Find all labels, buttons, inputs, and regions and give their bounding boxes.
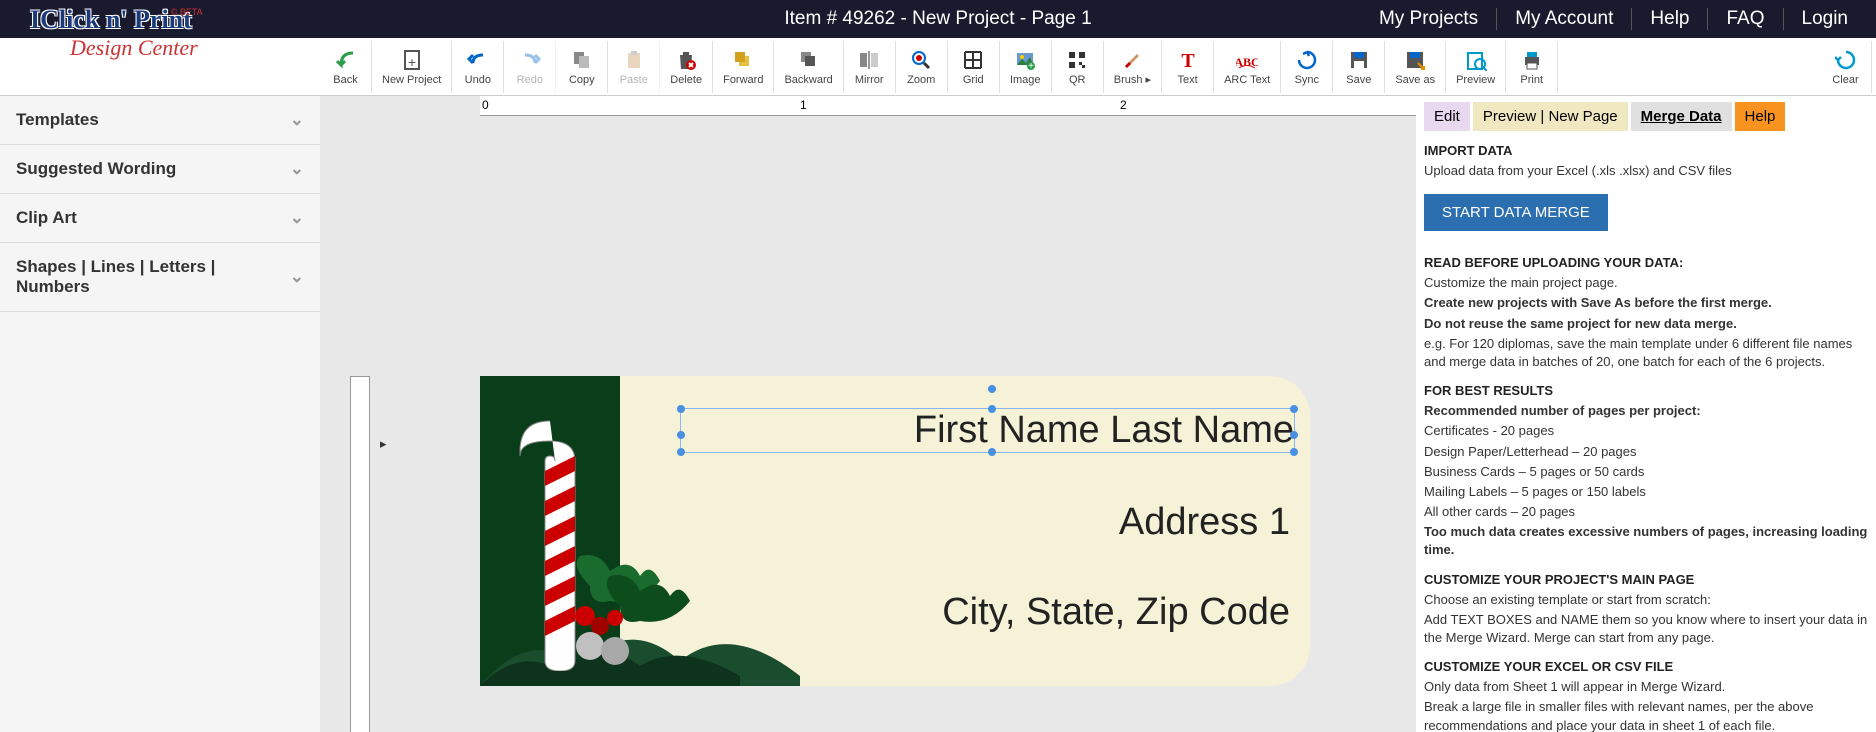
nav-my-account[interactable]: My Account — [1497, 8, 1632, 30]
new-project-button[interactable]: +New Project — [372, 41, 452, 93]
svg-text:+: + — [408, 54, 416, 70]
tab-preview[interactable]: Preview | New Page — [1473, 102, 1628, 131]
right-panel: Edit Preview | New Page Merge Data Help … — [1416, 96, 1876, 732]
copy-button[interactable]: Copy — [556, 41, 608, 93]
forward-button[interactable]: Forward — [713, 41, 774, 93]
chevron-down-icon: ⌄ — [290, 110, 304, 130]
sidebar: Templates⌄ Suggested Wording⌄ Clip Art⌄ … — [0, 96, 320, 732]
logo[interactable]: IClick n' Print Design Center © BETA — [30, 5, 198, 61]
text-button[interactable]: TText — [1162, 41, 1214, 93]
delete-button[interactable]: Delete — [660, 41, 713, 93]
chevron-down-icon: ⌄ — [290, 267, 304, 287]
forward-icon — [731, 48, 755, 72]
sidebar-templates[interactable]: Templates⌄ — [0, 96, 320, 145]
sync-icon — [1295, 48, 1319, 72]
page-title: Item # 49262 - New Project - Page 1 — [784, 8, 1091, 30]
ruler-horizontal: 0 1 2 — [480, 96, 1416, 116]
save-button[interactable]: Save — [1333, 41, 1385, 93]
arc-text-button[interactable]: ABCARC Text — [1214, 41, 1281, 93]
customize-project-heading: CUSTOMIZE YOUR PROJECT'S MAIN PAGE — [1424, 572, 1868, 587]
toolbar: Back+New ProjectUndoRedoCopyPasteDeleteF… — [0, 38, 1876, 96]
canvas-area[interactable]: 0 1 2 ▸ First Name Last Name Address 1 C… — [320, 96, 1416, 732]
ruler-vertical — [350, 376, 370, 732]
sidebar-clip-art[interactable]: Clip Art⌄ — [0, 194, 320, 243]
preview-button[interactable]: Preview — [1446, 41, 1506, 93]
nav-my-projects[interactable]: My Projects — [1361, 8, 1497, 30]
print-icon — [1520, 48, 1544, 72]
label-card[interactable]: First Name Last Name Address 1 City, Sta… — [480, 376, 1310, 686]
holly-icon — [560, 546, 760, 686]
expand-arrow-icon[interactable]: ▸ — [380, 436, 387, 452]
svg-text:+: + — [1028, 61, 1034, 71]
back-button[interactable]: Back — [320, 41, 372, 93]
svg-text:T: T — [1181, 50, 1195, 71]
new-project-icon: + — [400, 48, 424, 72]
arc-text-icon: ABC — [1235, 48, 1259, 72]
image-button[interactable]: +Image — [1000, 41, 1052, 93]
save-as-icon — [1403, 48, 1427, 72]
header-bar: Item # 49262 - New Project - Page 1 My P… — [0, 0, 1876, 38]
text-icon: T — [1176, 48, 1200, 72]
grid-icon — [961, 48, 985, 72]
tab-edit[interactable]: Edit — [1424, 102, 1470, 131]
paste-icon — [622, 48, 646, 72]
best-results-heading: FOR BEST RESULTS — [1424, 383, 1868, 398]
tab-row: Edit Preview | New Page Merge Data Help — [1424, 102, 1868, 131]
backward-icon — [797, 48, 821, 72]
clear-button[interactable]: Clear — [1820, 41, 1872, 93]
save-as-button[interactable]: Save as — [1385, 41, 1446, 93]
start-data-merge-button[interactable]: START DATA MERGE — [1424, 194, 1608, 231]
zoom-icon — [909, 48, 933, 72]
paste-button: Paste — [608, 41, 660, 93]
sync-button[interactable]: Sync — [1281, 41, 1333, 93]
chevron-down-icon: ⌄ — [290, 208, 304, 228]
nav-faq[interactable]: FAQ — [1708, 8, 1783, 30]
brush-button[interactable]: Brush ▸ — [1104, 41, 1162, 93]
nav-login[interactable]: Login — [1784, 8, 1867, 30]
header-nav: My Projects My Account Help FAQ Login — [1361, 8, 1866, 30]
tab-merge-data[interactable]: Merge Data — [1631, 102, 1732, 131]
backward-button[interactable]: Backward — [774, 41, 843, 93]
chevron-down-icon: ⌄ — [290, 159, 304, 179]
customize-excel-heading: CUSTOMIZE YOUR EXCEL OR CSV FILE — [1424, 659, 1868, 674]
qr-icon — [1065, 48, 1089, 72]
back-icon — [334, 48, 358, 72]
text-field-name[interactable]: First Name Last Name — [680, 408, 1295, 453]
import-data-heading: IMPORT DATA — [1424, 143, 1868, 158]
mirror-icon — [857, 48, 881, 72]
undo-icon — [466, 48, 490, 72]
mirror-button[interactable]: Mirror — [844, 41, 896, 93]
grid-button[interactable]: Grid — [948, 41, 1000, 93]
label-decoration — [480, 376, 680, 686]
print-button[interactable]: Print — [1506, 41, 1558, 93]
qr-button[interactable]: QR — [1052, 41, 1104, 93]
delete-icon — [674, 48, 698, 72]
undo-button[interactable]: Undo — [452, 41, 504, 93]
clear-icon — [1834, 48, 1858, 72]
zoom-button[interactable]: Zoom — [896, 41, 948, 93]
nav-help[interactable]: Help — [1632, 8, 1708, 30]
sidebar-suggested-wording[interactable]: Suggested Wording⌄ — [0, 145, 320, 194]
save-icon — [1347, 48, 1371, 72]
text-field-address[interactable]: Address 1 — [1119, 501, 1290, 544]
sidebar-shapes[interactable]: Shapes | Lines | Letters | Numbers⌄ — [0, 243, 320, 312]
redo-icon — [518, 48, 542, 72]
image-icon: + — [1013, 48, 1037, 72]
text-field-city[interactable]: City, State, Zip Code — [942, 591, 1290, 634]
tab-help[interactable]: Help — [1735, 102, 1786, 131]
svg-text:ABC: ABC — [1236, 55, 1258, 69]
preview-icon — [1464, 48, 1488, 72]
import-data-text: Upload data from your Excel (.xls .xlsx)… — [1424, 162, 1868, 180]
read-before-heading: READ BEFORE UPLOADING YOUR DATA: — [1424, 255, 1868, 270]
redo-button: Redo — [504, 41, 556, 93]
brush-icon — [1120, 47, 1144, 71]
copy-icon — [570, 48, 594, 72]
